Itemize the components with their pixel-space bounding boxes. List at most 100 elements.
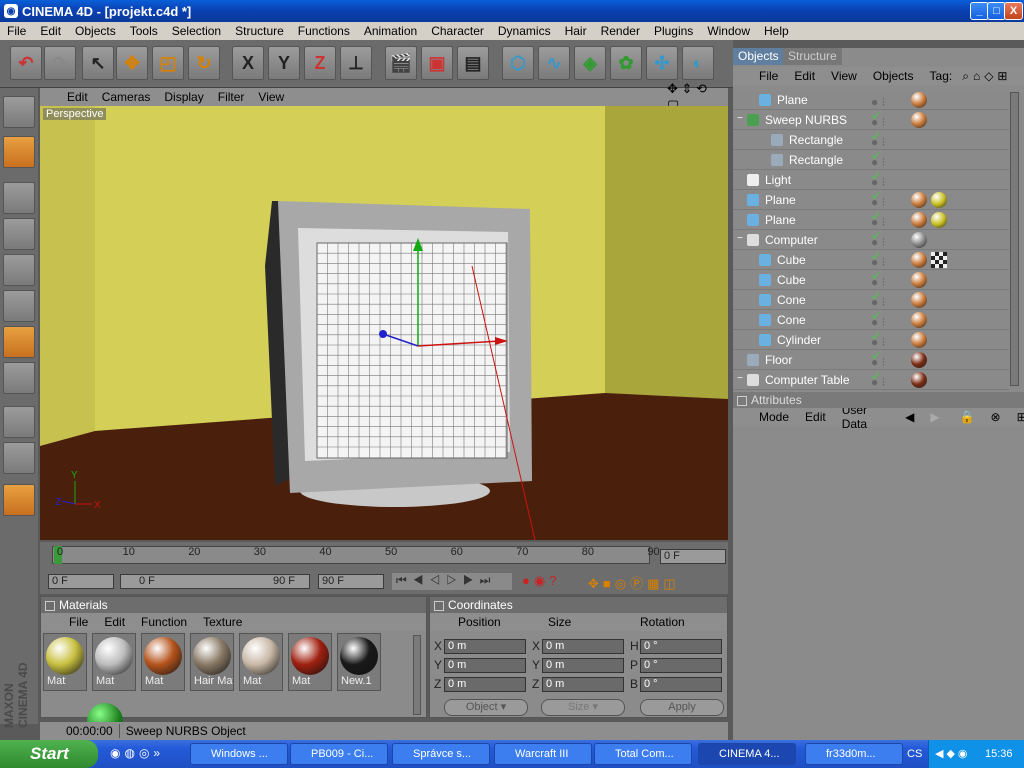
object-name[interactable]: Computer Table xyxy=(765,373,850,387)
objects-menu-view[interactable]: View xyxy=(823,69,865,83)
object-row[interactable]: Cone ● ⁝ ✓ xyxy=(733,290,1009,323)
array-icon[interactable]: ✿ xyxy=(610,46,642,80)
object-row[interactable]: Cube ● ⁝ ✓ xyxy=(733,250,1009,283)
object-row[interactable]: Floor ● ⁝ ✓ xyxy=(733,350,1009,383)
use-polygon-mode-icon[interactable] xyxy=(3,326,35,358)
object-name[interactable]: Rectangle xyxy=(789,133,843,147)
animation-mode-icon[interactable] xyxy=(3,362,35,394)
visibility-dots-icon[interactable]: ● ⁝ ✓ xyxy=(871,295,895,323)
viewport-menu-edit[interactable]: Edit xyxy=(60,90,95,104)
attributes-menu-mode[interactable]: Mode xyxy=(751,410,797,424)
phong-tag-icon[interactable] xyxy=(911,92,927,108)
object-name[interactable]: Sweep NURBS xyxy=(765,113,847,127)
nurbs-icon[interactable]: ◈ xyxy=(574,46,606,80)
phong-tag-icon[interactable] xyxy=(911,252,927,268)
object-name[interactable]: Plane xyxy=(777,93,808,107)
material-thumbnail[interactable]: Mat xyxy=(141,633,185,691)
menu-window[interactable]: Window xyxy=(700,24,757,38)
record-keyframe-icons[interactable]: ●◉? xyxy=(522,573,580,590)
taskbar-button[interactable]: Správce s... xyxy=(392,743,490,765)
taskbar-button[interactable]: PB009 - Ci... xyxy=(290,743,388,765)
material-thumbnail[interactable]: Mat xyxy=(92,633,136,691)
menu-selection[interactable]: Selection xyxy=(165,24,228,38)
object-row[interactable]: Plane ● ⁝ ✓ xyxy=(733,210,1009,243)
new-attribute-window-icon[interactable]: ⊞ xyxy=(1009,410,1024,424)
workplane-icon[interactable] xyxy=(3,442,35,474)
object-row[interactable]: Cube ● ⁝ ✓ xyxy=(733,270,1009,303)
object-name[interactable]: Plane xyxy=(765,213,796,227)
object-row[interactable]: − Computer ● ⁝ ✓ xyxy=(733,230,1009,263)
filter-icon[interactable]: ◇ xyxy=(982,69,995,83)
rotate-icon[interactable]: ↻ xyxy=(188,46,220,80)
object-name[interactable]: Cone xyxy=(777,293,806,307)
scene-object-icon[interactable]: ◐ xyxy=(682,46,714,80)
render-picture-viewer-icon[interactable]: ▤ xyxy=(457,46,489,80)
visibility-dots-icon[interactable]: ● ⁝ ✓ xyxy=(871,175,895,203)
back-arrow-icon[interactable]: ◀ xyxy=(875,410,922,424)
yellow-tag-icon[interactable] xyxy=(931,212,947,228)
use-texture-mode-icon[interactable] xyxy=(3,182,35,214)
visibility-dots-icon[interactable]: ● ⁝ ✓ xyxy=(871,315,895,343)
phong-tag-icon[interactable] xyxy=(911,292,927,308)
expand-toggle[interactable]: − xyxy=(737,113,743,124)
use-axis-mode-icon[interactable] xyxy=(3,218,35,250)
visibility-dots-icon[interactable]: ● ⁝ ✓ xyxy=(871,355,895,383)
move-icon[interactable]: ✥ xyxy=(116,46,148,80)
menu-dynamics[interactable]: Dynamics xyxy=(491,24,558,38)
object-name[interactable]: Cone xyxy=(777,313,806,327)
coord-value-field[interactable]: 0 ° xyxy=(640,677,722,692)
materials-menu-edit[interactable]: Edit xyxy=(96,615,133,629)
x-axis-lock-button[interactable]: X xyxy=(232,46,264,80)
y-axis-lock-button[interactable]: Y xyxy=(268,46,300,80)
expand-toggle[interactable]: − xyxy=(737,373,743,384)
undo-icon[interactable]: ↶ xyxy=(10,46,42,80)
current-frame-field[interactable]: 0 F xyxy=(660,549,726,564)
visibility-dots-icon[interactable]: ● ⁝ ✓ xyxy=(871,335,895,363)
3d-viewport[interactable]: Y X Z Perspective xyxy=(40,106,728,540)
object-row[interactable]: Plane ● ⁝ ✓ xyxy=(733,190,1009,223)
object-row[interactable]: Cylinder ● ⁝ ✓ xyxy=(733,330,1009,363)
menu-animation[interactable]: Animation xyxy=(357,24,424,38)
checker-tag-icon[interactable] xyxy=(931,252,947,268)
visibility-dots-icon[interactable]: ● ⁝ ✓ xyxy=(871,255,895,283)
material-thumbnail[interactable]: Hair Mat xyxy=(190,633,234,691)
playback-controls[interactable]: ⏮◀◁▷▶⏭ xyxy=(392,573,512,590)
menu-file[interactable]: File xyxy=(0,24,33,38)
lock-icon[interactable]: 🔒 xyxy=(948,410,983,424)
menu-character[interactable]: Character xyxy=(424,24,491,38)
start-frame-field[interactable]: 0 F xyxy=(48,574,114,589)
use-model-mode-icon[interactable] xyxy=(3,96,35,128)
brown-tag-icon[interactable] xyxy=(911,372,927,388)
materials-menu-file[interactable]: File xyxy=(61,615,96,629)
phong-tag-icon[interactable] xyxy=(911,212,927,228)
coord-value-field[interactable]: 0 ° xyxy=(640,639,722,654)
end-frame-field[interactable]: 90 F xyxy=(318,574,384,589)
checkerboard-icon[interactable] xyxy=(3,406,35,438)
viewport-menu-display[interactable]: Display xyxy=(157,90,210,104)
object-row[interactable]: Cone ● ⁝ ✓ xyxy=(733,310,1009,343)
timeline[interactable]: 0 10 20 30 40 50 60 70 80 90 0 F xyxy=(40,542,728,570)
menu-help[interactable]: Help xyxy=(757,24,796,38)
tab-objects[interactable]: Objects xyxy=(733,48,784,65)
new-window-icon[interactable]: ⊞ xyxy=(995,69,1009,83)
deformer-icon[interactable]: ✣ xyxy=(646,46,678,80)
size-mode-dropdown[interactable]: Size ▾ xyxy=(541,699,625,716)
viewport-menu-cameras[interactable]: Cameras xyxy=(95,90,158,104)
coordinate-system-icon[interactable]: ⊥ xyxy=(340,46,372,80)
close-button[interactable]: X xyxy=(1004,2,1023,20)
object-name[interactable]: Cube xyxy=(777,253,806,267)
use-edge-mode-icon[interactable] xyxy=(3,290,35,322)
use-object-mode-icon[interactable] xyxy=(3,136,35,168)
object-row[interactable]: Rectangle ● ⁝ ✓ xyxy=(733,150,1009,183)
visibility-dots-icon[interactable]: ● ⁝ ✓ xyxy=(871,95,895,123)
apply-button[interactable]: Apply xyxy=(640,699,724,716)
coord-value-field[interactable]: 0 m xyxy=(444,639,526,654)
render-region-icon[interactable]: ▣ xyxy=(421,46,453,80)
live-selection-icon[interactable]: ↖ xyxy=(82,46,114,80)
spline-icon[interactable]: ∿ xyxy=(538,46,570,80)
menu-plugins[interactable]: Plugins xyxy=(647,24,700,38)
coordinate-mode-dropdown[interactable]: Object ▾ xyxy=(444,699,528,716)
visibility-dots-icon[interactable]: ● ⁝ ✓ xyxy=(871,215,895,243)
coord-value-field[interactable]: 0 m xyxy=(542,639,624,654)
sculpt-icon[interactable] xyxy=(3,484,35,516)
